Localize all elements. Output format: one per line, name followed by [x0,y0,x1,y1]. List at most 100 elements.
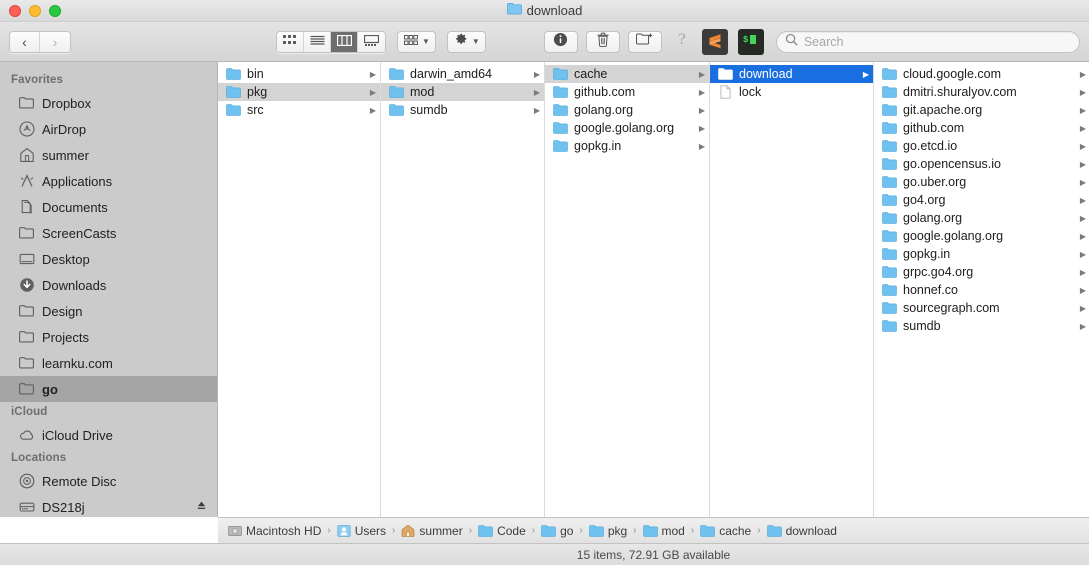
column-item-gopkg-in[interactable]: gopkg.in ▶ [545,137,709,155]
breadcrumb-go[interactable]: go [541,524,573,538]
disclosure-arrow-icon[interactable]: ▶ [699,70,705,79]
column-item-sumdb[interactable]: sumdb ▶ [381,101,544,119]
column-item-google-golang-org[interactable]: google.golang.org ▶ [545,119,709,137]
disclosure-arrow-icon[interactable]: ▶ [1080,322,1086,331]
new-folder-button[interactable] [627,30,662,53]
forward-button[interactable]: › [40,31,70,52]
disclosure-arrow-icon[interactable]: ▶ [699,142,705,151]
disclosure-arrow-icon[interactable]: ▶ [863,70,869,79]
maximize-button[interactable] [49,4,61,17]
column-item-sumdb[interactable]: sumdb ▶ [874,317,1089,335]
disclosure-arrow-icon[interactable]: ▶ [534,70,540,79]
terminal-icon[interactable]: $ [737,28,764,55]
column-item-cache[interactable]: cache ▶ [545,65,709,83]
action-dropdown[interactable]: ▼ [446,30,486,53]
disclosure-arrow-icon[interactable]: ▶ [699,106,705,115]
column-item-github-com[interactable]: github.com ▶ [874,119,1089,137]
sidebar-item-summer[interactable]: summer [0,142,217,168]
search-field[interactable]: Search [775,30,1080,53]
arrange-dropdown[interactable]: ▼ [397,30,436,53]
list-view-button[interactable] [304,31,331,52]
column-item-go-etcd-io[interactable]: go.etcd.io ▶ [874,137,1089,155]
back-button[interactable]: ‹ [10,31,40,52]
breadcrumb-mod[interactable]: mod [642,524,685,538]
disclosure-arrow-icon[interactable]: ▶ [370,106,376,115]
sidebar-item-documents[interactable]: Documents [0,194,217,220]
column-item-gopkg-in[interactable]: gopkg.in ▶ [874,245,1089,263]
disclosure-arrow-icon[interactable]: ▶ [1080,142,1086,151]
sidebar-item-desktop[interactable]: Desktop [0,246,217,272]
column-item-pkg[interactable]: pkg ▶ [218,83,380,101]
column-item-mod[interactable]: mod ▶ [381,83,544,101]
disclosure-arrow-icon[interactable]: ▶ [534,106,540,115]
disclosure-arrow-icon[interactable]: ▶ [534,88,540,97]
disclosure-arrow-icon[interactable]: ▶ [1080,196,1086,205]
grid-small-icon [404,33,418,51]
disclosure-arrow-icon[interactable]: ▶ [1080,268,1086,277]
column-item-lock[interactable]: lock [710,83,873,101]
sidebar-item-icloud-drive[interactable]: iCloud Drive [0,422,217,448]
breadcrumb-code[interactable]: Code [478,524,526,538]
column-item-go4-org[interactable]: go4.org ▶ [874,191,1089,209]
disclosure-arrow-icon[interactable]: ▶ [1080,214,1086,223]
disclosure-arrow-icon[interactable]: ▶ [370,88,376,97]
disclosure-arrow-icon[interactable]: ▶ [1080,124,1086,133]
column-item-grpc-go4-org[interactable]: grpc.go4.org ▶ [874,263,1089,281]
sidebar-item-screencasts[interactable]: ScreenCasts [0,220,217,246]
breadcrumb-label: pkg [607,523,628,538]
sidebar-item-downloads[interactable]: Downloads [0,272,217,298]
column-item-bin[interactable]: bin ▶ [218,65,380,83]
delete-button[interactable] [585,30,620,53]
sidebar-item-applications[interactable]: Applications [0,168,217,194]
disclosure-arrow-icon[interactable]: ▶ [1080,88,1086,97]
disclosure-arrow-icon[interactable]: ▶ [1080,286,1086,295]
column-item-sourcegraph-com[interactable]: sourcegraph.com ▶ [874,299,1089,317]
icon-view-button[interactable] [277,31,304,52]
column-item-src[interactable]: src ▶ [218,101,380,119]
column-item-golang-org[interactable]: golang.org ▶ [874,209,1089,227]
column-item-github-com[interactable]: github.com ▶ [545,83,709,101]
minimize-button[interactable] [29,4,41,17]
breadcrumb-macintosh-hd[interactable]: Macintosh HD [228,524,321,538]
get-info-button[interactable] [543,30,578,53]
column-item-honnef-co[interactable]: honnef.co ▶ [874,281,1089,299]
disclosure-arrow-icon[interactable]: ▶ [1080,232,1086,241]
disclosure-arrow-icon[interactable]: ▶ [1080,304,1086,313]
column-item-download[interactable]: download ▶ [710,65,873,83]
sidebar-item-go[interactable]: go [0,376,217,402]
column-item-go-uber-org[interactable]: go.uber.org ▶ [874,173,1089,191]
sidebar-item-projects[interactable]: Projects [0,324,217,350]
disclosure-arrow-icon[interactable]: ▶ [1080,70,1086,79]
column-item-git-apache-org[interactable]: git.apache.org ▶ [874,101,1089,119]
eject-icon[interactable] [196,500,207,514]
column-view-button[interactable] [331,31,358,52]
disclosure-arrow-icon[interactable]: ▶ [699,88,705,97]
sidebar-item-airdrop[interactable]: AirDrop [0,116,217,142]
column-item-darwin-amd64[interactable]: darwin_amd64 ▶ [381,65,544,83]
disclosure-arrow-icon[interactable]: ▶ [1080,250,1086,259]
help-button[interactable]: ? [672,31,692,53]
disclosure-arrow-icon[interactable]: ▶ [1080,160,1086,169]
sublime-text-icon[interactable] [701,28,728,55]
sidebar-item-remote-disc[interactable]: Remote Disc [0,468,217,494]
disclosure-arrow-icon[interactable]: ▶ [699,124,705,133]
breadcrumb-pkg[interactable]: pkg [589,524,627,538]
gallery-view-button[interactable] [358,31,385,52]
column-item-golang-org[interactable]: golang.org ▶ [545,101,709,119]
breadcrumb-users[interactable]: Users [337,524,386,538]
column-item-cloud-google-com[interactable]: cloud.google.com ▶ [874,65,1089,83]
close-button[interactable] [9,4,21,17]
disclosure-arrow-icon[interactable]: ▶ [370,70,376,79]
sidebar-item-ds218j[interactable]: DS218j [0,494,217,517]
disclosure-arrow-icon[interactable]: ▶ [1080,106,1086,115]
column-item-go-opencensus-io[interactable]: go.opencensus.io ▶ [874,155,1089,173]
sidebar-item-dropbox[interactable]: Dropbox [0,90,217,116]
sidebar-item-design[interactable]: Design [0,298,217,324]
disclosure-arrow-icon[interactable]: ▶ [1080,178,1086,187]
breadcrumb-download[interactable]: download [766,524,837,538]
breadcrumb-cache[interactable]: cache [700,524,751,538]
breadcrumb-summer[interactable]: summer [401,524,463,538]
column-item-google-golang-org[interactable]: google.golang.org ▶ [874,227,1089,245]
column-item-dmitri-shuralyov-com[interactable]: dmitri.shuralyov.com ▶ [874,83,1089,101]
sidebar-item-learnku-com[interactable]: learnku.com [0,350,217,376]
